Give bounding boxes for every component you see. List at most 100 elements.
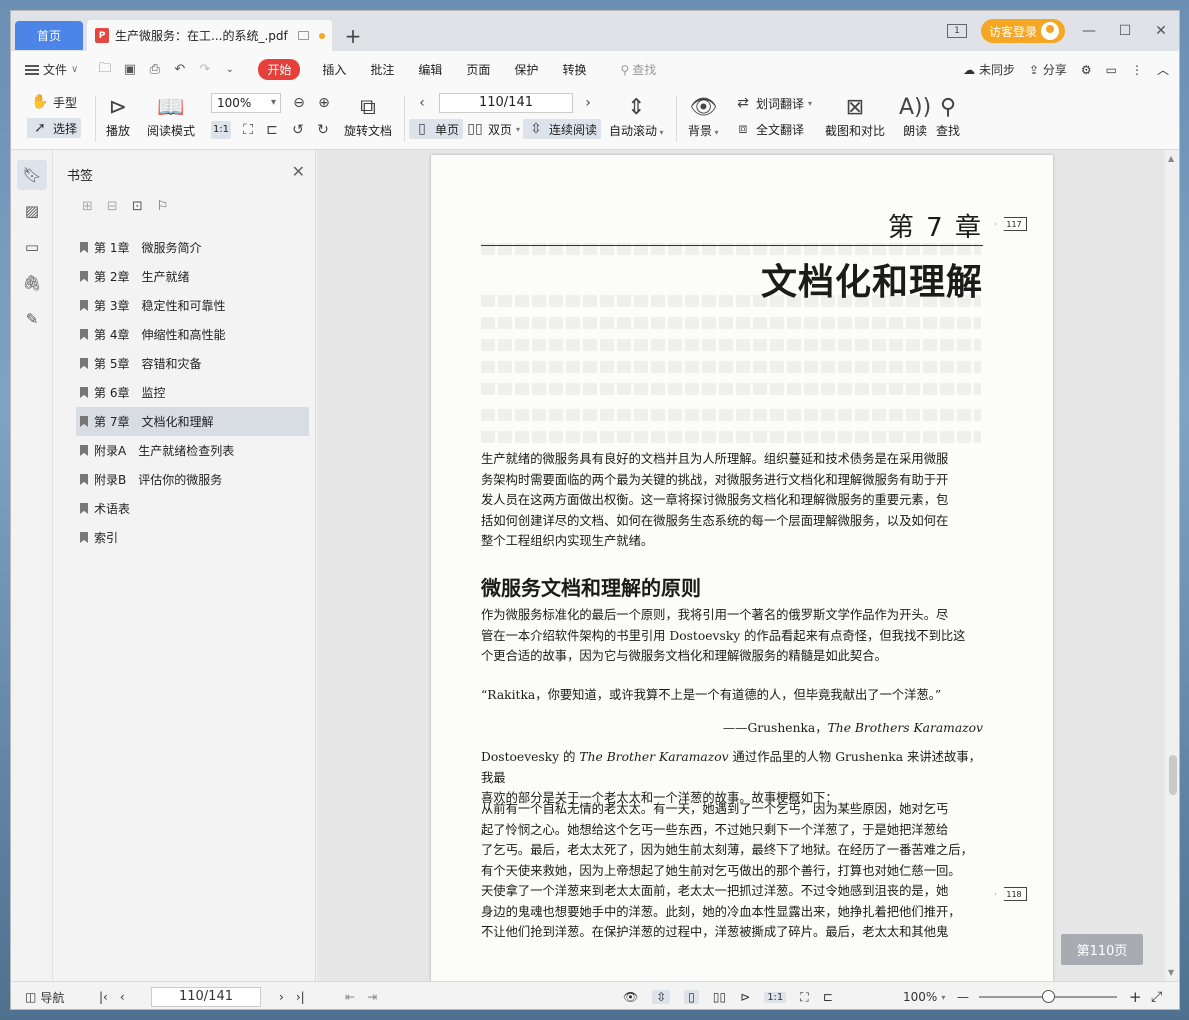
signature-icon[interactable]: ✎ — [17, 304, 47, 334]
status-page-input[interactable]: 110/141 — [151, 987, 261, 1007]
file-menu[interactable]: 文件 ∨ — [25, 61, 78, 78]
next-page-icon[interactable]: › — [279, 990, 284, 1004]
zoom-out-icon[interactable]: ⊖ — [290, 94, 308, 112]
fit-page-icon[interactable]: ⛶ — [239, 121, 257, 139]
play-button[interactable]: ⊳ 播放 — [106, 92, 130, 139]
navigation-toggle[interactable]: ◫ 导航 — [25, 982, 64, 1009]
next-page-icon[interactable]: › — [579, 94, 597, 112]
add-bookmark-icon[interactable]: ⊞ — [82, 199, 93, 214]
comment-icon[interactable]: ▭ — [1106, 63, 1117, 77]
screenshot-compare-button[interactable]: ⊠ 截图和对比 — [825, 92, 885, 139]
window-count-badge[interactable]: 1 — [946, 24, 967, 38]
back-icon[interactable]: ⇤ — [345, 990, 355, 1004]
save-icon[interactable]: ▣ — [117, 62, 142, 77]
thumbnail-icon[interactable]: ▨ — [17, 196, 47, 226]
bookmark-item[interactable]: 第 5章 容错和灾备 — [76, 349, 309, 378]
tab-home[interactable]: 首页 — [15, 21, 83, 50]
bookmark-item[interactable]: 第 3章 稳定性和可靠性 — [76, 291, 309, 320]
zoom-in-icon[interactable]: ⊕ — [315, 94, 333, 112]
prev-page-icon[interactable]: ‹ — [413, 94, 431, 112]
continuous-read-button[interactable]: ⇳ 连续阅读 — [523, 119, 602, 139]
first-page-icon[interactable]: |‹ — [99, 990, 108, 1004]
menu-search[interactable]: ⚲ 查找 — [620, 61, 656, 78]
rotate-document-button[interactable]: ⧉ 旋转文档 — [344, 92, 392, 139]
hand-tool-button[interactable]: ✋ 手型 — [31, 93, 77, 111]
bookmark-flag-icon[interactable]: ⚐ — [157, 199, 169, 214]
vertical-scrollbar[interactable]: ▲ ▼ — [1165, 150, 1179, 981]
quick-access-dropdown-icon[interactable]: ⌄ — [217, 64, 242, 75]
bookmark-item[interactable]: 第 1章 微服务简介 — [76, 233, 309, 262]
bookmark-item[interactable]: 第 6章 监控 — [76, 378, 309, 407]
rotate-left-icon[interactable]: ↺ — [289, 121, 307, 139]
fit-page-icon[interactable]: ⛶ — [800, 990, 808, 1005]
background-button[interactable]: 👁 背景 ▾ — [688, 92, 719, 139]
zoom-in-icon[interactable]: + — [1129, 982, 1142, 1009]
double-page-button[interactable]: ▯▯ 双页 ▾ — [466, 120, 520, 138]
print-icon[interactable]: ⎙ — [142, 62, 167, 77]
actual-size-button[interactable]: 1:1 — [211, 121, 231, 139]
new-tab-button[interactable]: + — [336, 20, 370, 51]
read-mode-button[interactable]: 📖 阅读模式 — [147, 92, 195, 139]
single-page-mode-icon[interactable]: ▯ — [684, 990, 699, 1004]
minimize-icon[interactable]: — — [1071, 23, 1107, 39]
add-child-bookmark-icon[interactable]: ⊟ — [107, 199, 118, 214]
bookmark-item[interactable]: 附录A 生产就绪检查列表 — [76, 436, 309, 465]
menu-annotate[interactable]: 批注 — [370, 61, 394, 78]
share-button[interactable]: ⇪ 分享 — [1029, 61, 1067, 78]
select-tool-button[interactable]: ➚ 选择 — [27, 118, 82, 138]
auto-scroll-button[interactable]: ⇕ 自动滚动 ▾ — [609, 92, 664, 139]
bookmark-item[interactable]: 术语表 — [76, 494, 309, 523]
zoom-out-icon[interactable]: — — [957, 982, 969, 1009]
annotation-list-icon[interactable]: ▭ — [17, 232, 47, 262]
expand-bookmark-icon[interactable]: ⊡ — [132, 199, 143, 214]
redo-icon[interactable]: ↷ — [192, 62, 217, 77]
play-icon[interactable]: ⊳ — [740, 990, 750, 1004]
menu-page[interactable]: 页面 — [466, 61, 490, 78]
open-folder-icon[interactable]: 🗀 — [92, 59, 117, 81]
menu-protect[interactable]: 保护 — [514, 61, 538, 78]
undo-icon[interactable]: ↶ — [167, 62, 192, 77]
collapse-ribbon-icon[interactable]: ︿ — [1157, 61, 1169, 78]
bookmark-item[interactable]: 索引 — [76, 523, 309, 552]
menu-convert[interactable]: 转换 — [562, 61, 586, 78]
attachment-icon[interactable]: 🖇︎ — [17, 268, 47, 298]
bookmark-item[interactable]: 第 2章 生产就绪 — [76, 262, 309, 291]
continuous-mode-icon[interactable]: ⇳ — [652, 990, 671, 1004]
menu-start[interactable]: 开始 — [258, 59, 301, 80]
close-icon[interactable]: ✕ — [292, 162, 305, 181]
cast-icon[interactable] — [297, 31, 309, 40]
status-zoom-select[interactable]: 100% ▾ — [903, 982, 945, 1009]
eye-protect-icon[interactable]: 👁 — [623, 990, 638, 1004]
prev-page-icon[interactable]: ‹ — [120, 990, 125, 1004]
more-icon[interactable]: ⋮ — [1131, 63, 1143, 77]
menu-edit[interactable]: 编辑 — [418, 61, 442, 78]
tab-document[interactable]: P 生产微服务：在工...的系统_.pdf — [87, 20, 332, 51]
bookmark-panel-icon[interactable]: 🔖︎ — [17, 160, 47, 190]
read-aloud-button[interactable]: A)) 朗读 — [899, 92, 931, 139]
bookmark-item[interactable]: 第 4章 伸缩性和高性能 — [76, 320, 309, 349]
forward-icon[interactable]: ⇥ — [367, 990, 377, 1004]
full-translate-button[interactable]: ⧈ 全文翻译 — [734, 120, 804, 138]
fullscreen-icon[interactable]: ⤢ — [1151, 982, 1162, 1009]
document-viewport[interactable]: 第 7 章 117 文档化和理解 生产就绪的微服务具有良好的文档并且为人所理解。… — [317, 150, 1165, 981]
close-window-icon[interactable]: ✕ — [1143, 23, 1179, 39]
rotate-right-icon[interactable]: ↻ — [314, 121, 332, 139]
settings-icon[interactable]: ⚙ — [1081, 63, 1092, 77]
single-page-button[interactable]: ▯ 单页 — [409, 119, 464, 139]
word-translate-button[interactable]: ⇄ 划词翻译 ▾ — [734, 94, 812, 112]
find-button[interactable]: ⚲ 查找 — [936, 92, 960, 139]
menu-insert[interactable]: 插入 — [322, 61, 346, 78]
bookmark-item[interactable]: 附录B 评估你的微服务 — [76, 465, 309, 494]
zoom-slider-handle[interactable] — [1042, 990, 1055, 1003]
guest-login-button[interactable]: 访客登录 — [980, 19, 1065, 43]
scroll-down-icon[interactable]: ▼ — [1168, 968, 1174, 977]
sync-status[interactable]: ☁ 未同步 — [963, 61, 1015, 78]
zoom-slider[interactable] — [979, 990, 1117, 1003]
fit-width-icon[interactable]: ⊏ — [263, 121, 281, 139]
bookmark-item[interactable]: 第 7章 文档化和理解 — [76, 407, 309, 436]
zoom-select[interactable]: 100% — [211, 93, 281, 113]
scroll-up-icon[interactable]: ▲ — [1168, 154, 1174, 163]
scrollbar-thumb[interactable] — [1169, 755, 1177, 795]
actual-size-button[interactable]: 1:1 — [764, 991, 787, 1003]
maximize-icon[interactable]: ☐ — [1107, 23, 1143, 39]
